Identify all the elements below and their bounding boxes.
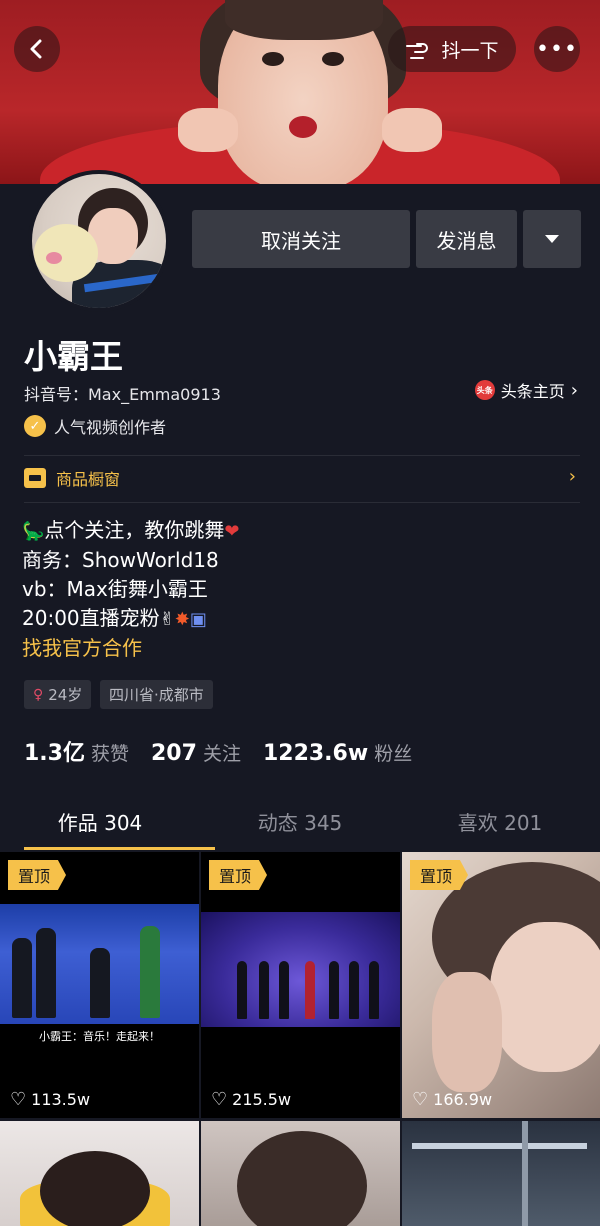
creator-label: 人气视频创作者 — [54, 418, 167, 437]
video-grid: 小霸王：音乐！走起来！ 置顶 ♡ 113.5w 置顶 ♡ 215.5w 置顶 ♡ 16… — [0, 852, 600, 1226]
back-arrow-icon — [30, 39, 42, 59]
avatar[interactable] — [28, 170, 170, 312]
pointing-hand-icon — [406, 43, 429, 59]
location-tag: 四川省·成都市 — [100, 680, 213, 709]
heart-icon: ♡ — [211, 1089, 228, 1110]
bio: 🦕点个关注，教你跳舞❤ 商务：ShowWorld18 vb：Max街舞小霸王 2… — [22, 516, 240, 663]
divider — [24, 502, 580, 503]
female-icon: ♀ — [33, 686, 44, 703]
video-thumbnail[interactable] — [0, 1121, 199, 1226]
shop-window-link[interactable]: 商品橱窗 — [24, 466, 120, 490]
creator-badge: ✓ 人气视频创作者 — [24, 414, 166, 438]
followers-stat[interactable]: 1223.6w 粉丝 — [263, 739, 412, 766]
divider — [24, 455, 580, 456]
verified-check-icon: ✓ — [24, 415, 46, 437]
shop-icon — [24, 468, 46, 488]
pinned-badge: 置顶 — [209, 860, 268, 890]
chevron-down-icon — [545, 235, 559, 243]
following-stat[interactable]: 207 关注 — [151, 739, 241, 766]
toutiao-icon: 头条 — [474, 380, 495, 400]
toutiao-homepage-link[interactable]: 头条 头条主页 › — [474, 378, 578, 402]
video-thumbnail[interactable] — [402, 1121, 600, 1226]
tab-works[interactable]: 作品 304 — [0, 800, 215, 850]
likes-stat[interactable]: 1.3亿 获赞 — [24, 735, 129, 767]
bio-line: 商务：ShowWorld18 — [22, 548, 219, 572]
age-tag: ♀ 24岁 — [24, 680, 92, 709]
gift-icon: ▣ — [189, 609, 207, 630]
shake-button[interactable]: 抖一下 — [388, 26, 516, 72]
bio-line: vb：Max街舞小霸王 — [22, 577, 208, 601]
video-thumbnail[interactable]: 小霸王：音乐！走起来！ 置顶 ♡ 113.5w — [0, 852, 199, 1118]
video-likes: ♡ 166.9w — [412, 1089, 493, 1110]
dinosaur-emoji-icon: 🦕 — [22, 521, 45, 542]
profile-stats: 1.3亿 获赞 207 关注 1223.6w 粉丝 — [24, 735, 412, 767]
pinned-badge: 置顶 — [8, 860, 67, 890]
victory-hand-icon: ✌ — [159, 609, 175, 630]
video-likes: ♡ 215.5w — [211, 1089, 292, 1110]
pinned-badge: 置顶 — [410, 860, 469, 890]
tab-updates[interactable]: 动态 345 — [200, 800, 400, 850]
spark-icon: ✸ — [174, 609, 190, 630]
message-button[interactable]: 发消息 — [416, 210, 517, 268]
chevron-right-icon[interactable]: › — [569, 466, 576, 487]
video-thumbnail[interactable]: 置顶 ♡ 215.5w — [201, 852, 400, 1118]
nickname: 小霸王 — [24, 337, 123, 376]
toutiao-label: 头条主页 — [500, 382, 565, 401]
heart-icon: ♡ — [10, 1089, 27, 1110]
tab-likes[interactable]: 喜欢 201 — [400, 800, 600, 850]
video-likes: ♡ 113.5w — [10, 1089, 91, 1110]
recommend-dropdown-button[interactable] — [523, 210, 581, 268]
shop-label: 商品橱窗 — [56, 470, 121, 489]
shake-label: 抖一下 — [441, 39, 499, 62]
content-tabs: 作品 304 动态 345 喜欢 201 — [0, 800, 600, 850]
more-icon: ••• — [536, 36, 578, 62]
chevron-right-icon: › — [570, 379, 578, 401]
back-button[interactable] — [14, 26, 60, 72]
heart-emoji-icon: ❤ — [224, 521, 240, 542]
video-thumbnail[interactable] — [201, 1121, 400, 1226]
douyin-id: 抖音号：Max_Emma0913 — [24, 385, 221, 404]
video-caption: 小霸王：音乐！走起来！ — [39, 1030, 160, 1043]
heart-icon: ♡ — [412, 1089, 429, 1110]
unfollow-button[interactable]: 取消关注 — [192, 210, 410, 268]
video-thumbnail[interactable]: 置顶 ♡ 166.9w — [402, 852, 600, 1118]
bio-line: 20:00直播宠粉 — [22, 606, 160, 630]
age-label: 24岁 — [48, 686, 83, 704]
bio-line: 点个关注，教你跳舞 — [44, 518, 225, 542]
official-cooperation-link[interactable]: 找我官方合作 — [22, 634, 240, 663]
more-button[interactable]: ••• — [534, 26, 580, 72]
cover-image — [0, 0, 600, 184]
